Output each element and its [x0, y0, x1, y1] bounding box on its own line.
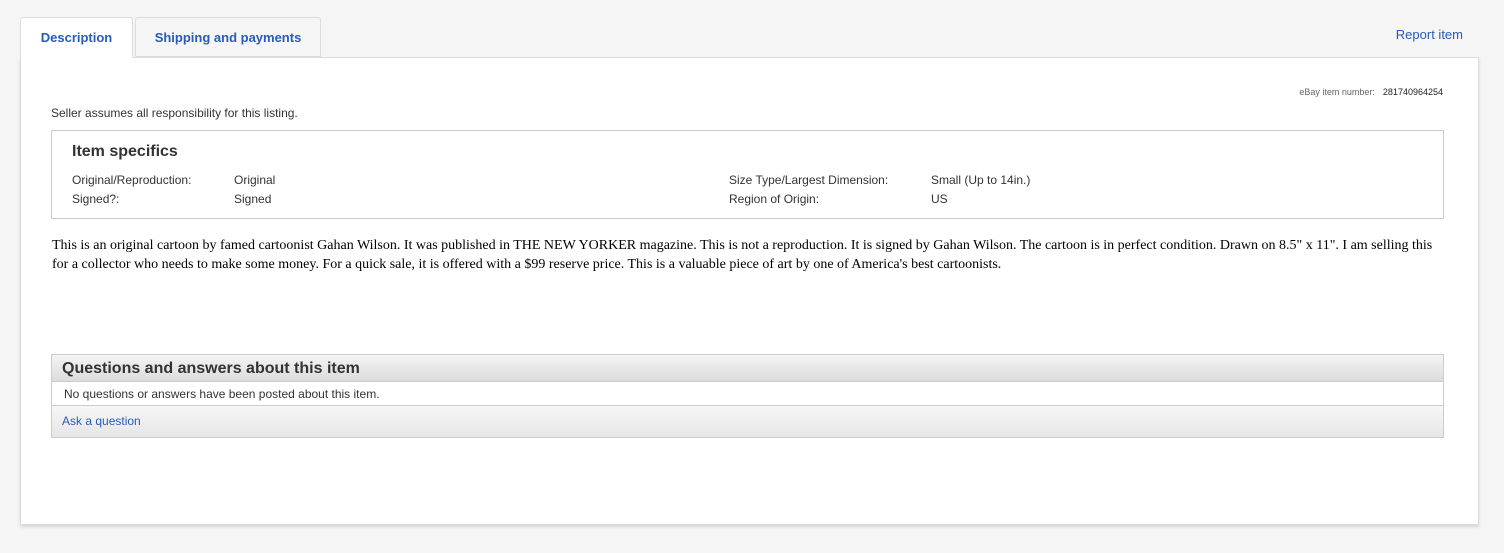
item-number-label: eBay item number:: [1299, 87, 1375, 97]
report-item-link[interactable]: Report item: [1396, 27, 1463, 42]
item-number-value: 281740964254: [1382, 87, 1443, 97]
tab-shipping-and-payments[interactable]: Shipping and payments: [135, 17, 321, 57]
item-description-text: This is an original cartoon by famed car…: [52, 238, 1433, 272]
item-specifics-title: Item specifics: [72, 143, 178, 160]
spec-value: Small (Up to 14in.): [931, 173, 1031, 187]
ask-question-link[interactable]: Ask a question: [62, 414, 141, 428]
spec-value: US: [931, 192, 948, 206]
item-number: eBay item number: 281740964254: [1299, 87, 1443, 97]
spec-value: Signed: [234, 192, 272, 206]
item-details-section: Description Shipping and payments Report…: [0, 0, 1504, 553]
tab-description[interactable]: Description: [20, 17, 133, 58]
item-specifics-box: Item specifics Original/Reproduction: Or…: [51, 130, 1444, 219]
seller-note: Seller assumes all responsibility for th…: [51, 106, 298, 120]
spec-label: Original/Reproduction:: [72, 173, 192, 187]
spec-label: Signed?:: [72, 192, 120, 206]
description-panel: eBay item number: 281740964254 Seller ass…: [20, 57, 1479, 525]
qa-footer: Ask a question: [52, 406, 1443, 437]
tab-bar: Description Shipping and payments: [20, 17, 323, 58]
questions-answers-box: Questions and answers about this item No…: [51, 354, 1444, 438]
spec-label: Size Type/Largest Dimension:: [729, 173, 889, 187]
qa-empty-message: No questions or answers have been posted…: [52, 382, 1443, 406]
spec-value: Original: [234, 173, 276, 187]
qa-title: Questions and answers about this item: [52, 355, 1443, 382]
spec-label: Region of Origin:: [729, 192, 820, 206]
